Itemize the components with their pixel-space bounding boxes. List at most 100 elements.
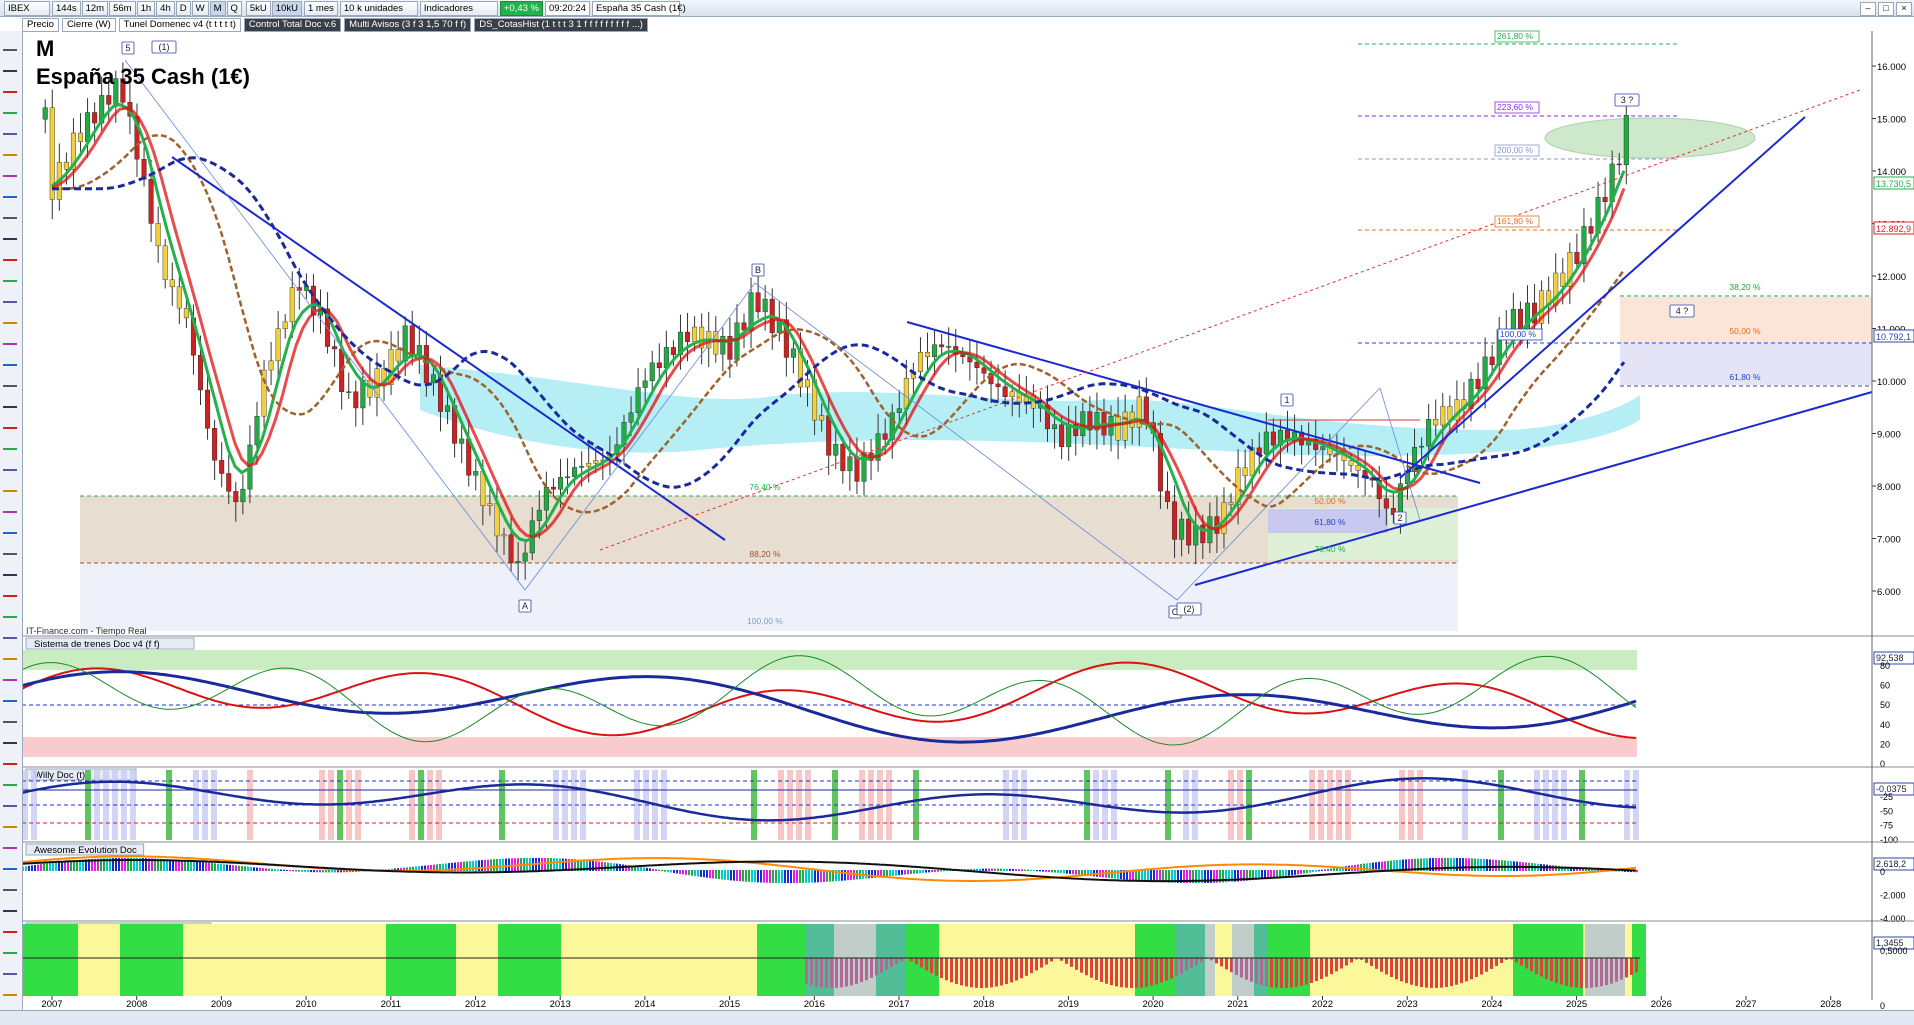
window-minimize-icon[interactable]: –: [1860, 2, 1876, 16]
indicator-chip[interactable]: Tunel Domenec v4 (t t t t t): [119, 18, 241, 32]
drawing-tool-icon[interactable]: [3, 602, 17, 618]
drawing-tool-icon[interactable]: [3, 875, 17, 891]
drawing-tool-icon[interactable]: [3, 203, 17, 219]
candle-body: [417, 345, 422, 354]
candle-body: [1518, 309, 1523, 329]
wave-label[interactable]: 4 ?: [1670, 305, 1694, 317]
drawing-tool-icon[interactable]: [3, 371, 17, 387]
drawing-tool-icon[interactable]: [3, 287, 17, 303]
timeframe-144s[interactable]: 144s: [52, 1, 81, 16]
candle-body: [685, 332, 690, 342]
awesome-bar: [823, 870, 825, 882]
drawing-tool-icon[interactable]: [3, 182, 17, 198]
panel-awesome[interactable]: Awesome Evolution Doc2.618,20-2.000-4.00…: [22, 842, 1914, 924]
wave-label[interactable]: A: [519, 600, 531, 612]
wave-label[interactable]: 1: [1281, 394, 1293, 406]
drawing-tool-icon[interactable]: [3, 644, 17, 660]
drawing-tool-icon[interactable]: [3, 329, 17, 345]
awesome-bar: [1042, 870, 1044, 872]
barra-band: [113, 924, 120, 996]
indicator-chip[interactable]: DS_CotasHist (1 t t t 3 1 f f f f f f f …: [474, 18, 648, 32]
drawing-tool-icon[interactable]: [3, 980, 17, 996]
timeframe-d[interactable]: D: [176, 1, 191, 16]
drawing-tool-icon[interactable]: [3, 518, 17, 534]
fib-label: 38,20 %: [1729, 282, 1761, 292]
close-icon[interactable]: ×: [1896, 2, 1912, 16]
timeframe-q[interactable]: Q: [227, 1, 242, 16]
barra-bar: [1145, 958, 1148, 987]
drawing-tool-icon[interactable]: [3, 812, 17, 828]
drawing-tool-icon[interactable]: [3, 623, 17, 639]
timeframe-1h[interactable]: 1h: [137, 1, 156, 16]
drawing-tool-icon[interactable]: [3, 224, 17, 240]
drawing-tool-icon[interactable]: [3, 434, 17, 450]
wave-label[interactable]: B: [752, 264, 764, 276]
drawing-tool-icon[interactable]: [3, 266, 17, 282]
drawing-tool-icon[interactable]: [3, 959, 17, 975]
indicators-button[interactable]: Indicadores: [420, 1, 498, 16]
units-5ku[interactable]: 5kU: [246, 1, 271, 16]
barra-band: [99, 924, 106, 996]
units-selector[interactable]: 10 k unidades: [340, 1, 418, 16]
barra-bar: [1120, 958, 1123, 987]
candle-body: [396, 350, 401, 362]
timeframe-12m[interactable]: 12m: [82, 1, 108, 16]
drawing-tool-icon[interactable]: [3, 833, 17, 849]
barra-bar: [1225, 958, 1228, 969]
drawing-tool-icon[interactable]: [3, 140, 17, 156]
drawing-tool-icon[interactable]: [3, 35, 17, 51]
awesome-bar: [1294, 870, 1296, 875]
indicator-chip[interactable]: Multi Avisos (3 f 3 1,5 70 f f): [344, 18, 471, 32]
drawing-tool-icon[interactable]: [3, 308, 17, 324]
wave-label[interactable]: (2): [1177, 603, 1201, 615]
drawing-tool-icon[interactable]: [3, 161, 17, 177]
window-maximize-icon[interactable]: □: [1878, 2, 1894, 16]
drawing-tool-icon[interactable]: [3, 917, 17, 933]
timeframe-56m[interactable]: 56m: [109, 1, 135, 16]
drawing-tool-icon[interactable]: [3, 686, 17, 702]
timeframe-m[interactable]: M: [210, 1, 226, 16]
indicator-chip[interactable]: Control Total Doc v.6: [244, 18, 341, 32]
drawing-tool-icon[interactable]: [3, 560, 17, 576]
drawing-tool-icon[interactable]: [3, 581, 17, 597]
wave-label[interactable]: 3 ?: [1615, 94, 1639, 106]
drawing-tool-icon[interactable]: [3, 476, 17, 492]
drawing-tool-icon[interactable]: [3, 497, 17, 513]
drawing-tool-icon[interactable]: [3, 938, 17, 954]
candle-body: [805, 380, 810, 388]
drawing-tool-icon[interactable]: [3, 707, 17, 723]
drawing-tool-icon[interactable]: [3, 854, 17, 870]
drawing-tool-icon[interactable]: [3, 350, 17, 366]
period-selector[interactable]: 1 mes: [304, 1, 338, 16]
drawing-tool-icon[interactable]: [3, 77, 17, 93]
symbol-selector[interactable]: IBEX: [4, 1, 50, 16]
candle-body: [558, 477, 563, 489]
drawing-tool-icon[interactable]: [3, 896, 17, 912]
chart-canvas[interactable]: 16.00015.00014.00013.00012.00011.00010.0…: [0, 0, 1914, 1024]
units-10ku[interactable]: 10kU: [272, 1, 302, 16]
drawing-tool-icon[interactable]: [3, 791, 17, 807]
timeframe-4h[interactable]: 4h: [156, 1, 175, 16]
wave-label[interactable]: (1): [152, 41, 176, 53]
timeframe-w[interactable]: W: [192, 1, 209, 16]
candle-body: [932, 345, 937, 357]
drawing-tool-icon[interactable]: [3, 539, 17, 555]
drawing-tool-icon[interactable]: [3, 728, 17, 744]
drawing-tool-icon[interactable]: [3, 749, 17, 765]
indicator-chip[interactable]: Precio: [22, 18, 59, 32]
indicator-chip[interactable]: Cierre (W): [62, 18, 116, 32]
drawing-tool-icon[interactable]: [3, 245, 17, 261]
awesome-bar: [604, 862, 606, 871]
drawing-tool-icon[interactable]: [3, 98, 17, 114]
awesome-bar: [1060, 870, 1062, 873]
drawing-tool-icon[interactable]: [3, 119, 17, 135]
drawing-tool-icon[interactable]: [3, 455, 17, 471]
wave-label[interactable]: 5: [122, 42, 134, 54]
drawing-tool-icon[interactable]: [3, 392, 17, 408]
wave-label-text: 4 ?: [1676, 306, 1689, 316]
drawing-tool-icon[interactable]: [3, 413, 17, 429]
drawing-tool-icon[interactable]: [3, 56, 17, 72]
wave-label[interactable]: 2: [1394, 512, 1406, 524]
drawing-tool-icon[interactable]: [3, 665, 17, 681]
drawing-tool-icon[interactable]: [3, 770, 17, 786]
